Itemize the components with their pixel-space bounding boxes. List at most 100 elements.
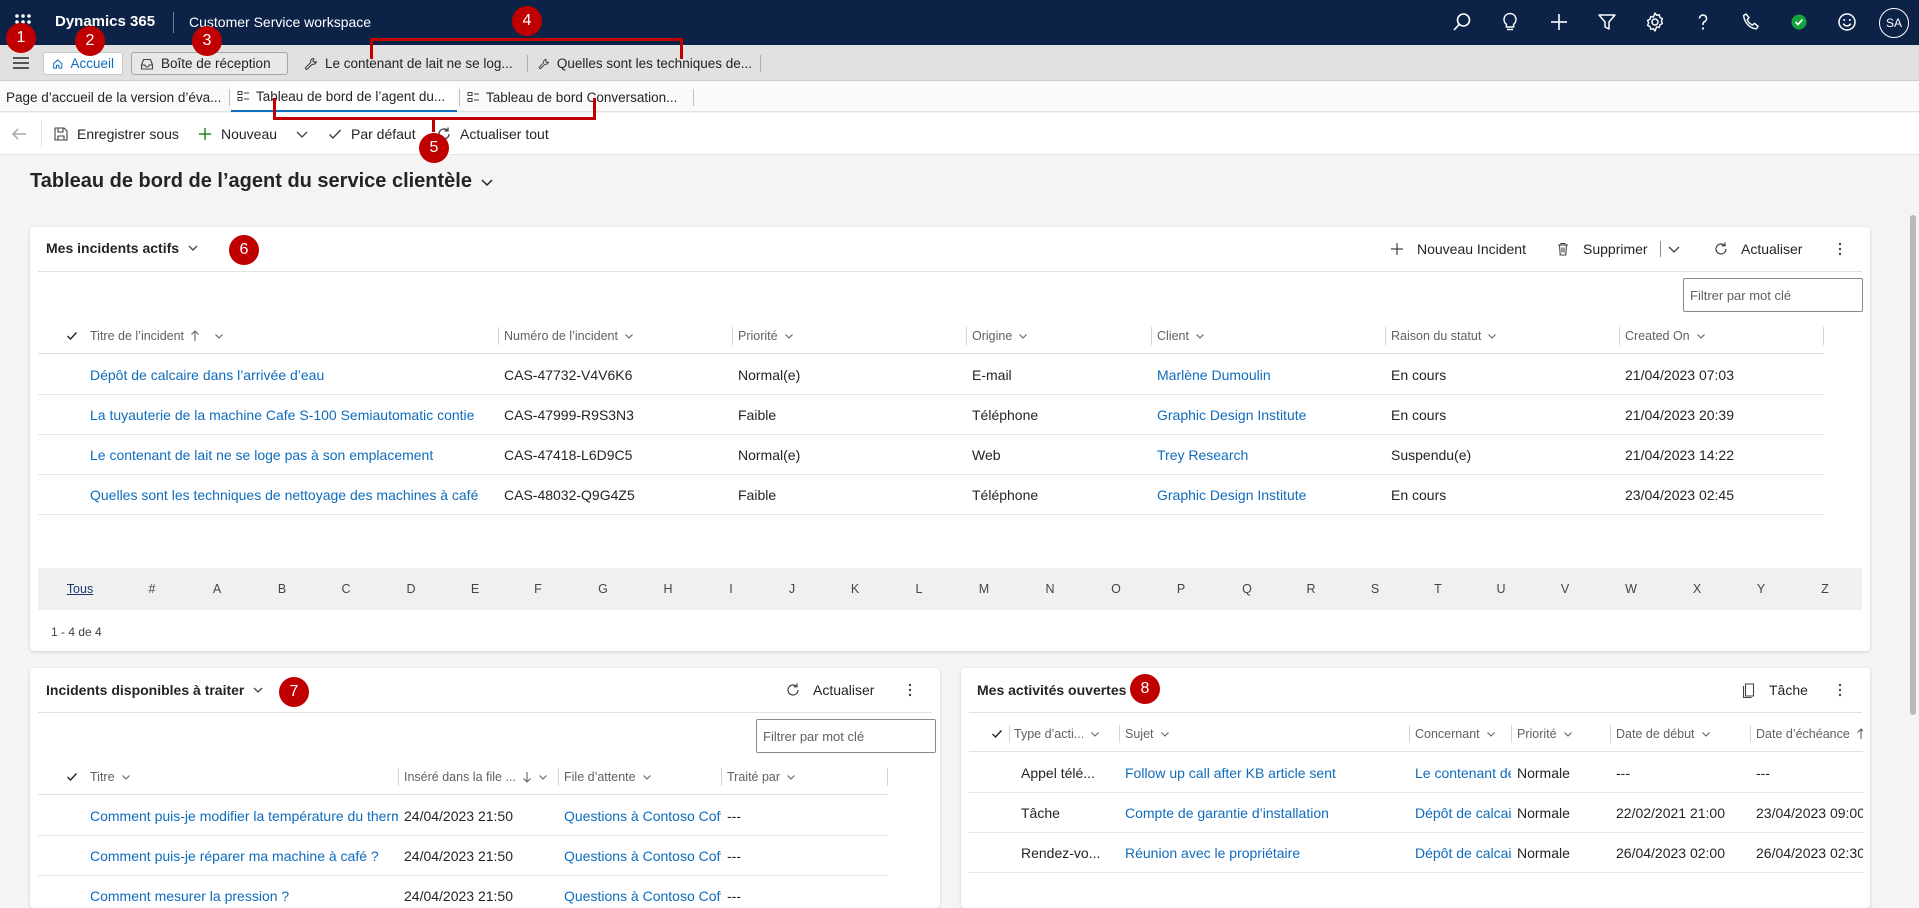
regarding-link[interactable]: Le contenant de lait xyxy=(1415,753,1511,793)
column-header-priority[interactable]: Priorité xyxy=(738,318,918,354)
lightbulb-icon[interactable] xyxy=(1499,11,1521,33)
jump-d[interactable]: D xyxy=(399,568,423,610)
column-header-incident-number[interactable]: Numéro de l’incident xyxy=(504,318,684,354)
jump-s[interactable]: S xyxy=(1363,568,1387,610)
incident-title-link[interactable]: Quelles sont les techniques de nettoyage… xyxy=(90,475,497,515)
table-row[interactable]: Appel télé... Follow up call after KB ar… xyxy=(969,753,1863,793)
jump-all[interactable]: Tous xyxy=(60,568,100,610)
jump-e[interactable]: E xyxy=(463,568,487,610)
chevron-down-icon[interactable] xyxy=(786,772,796,782)
chevron-down-icon[interactable] xyxy=(1696,331,1706,341)
jump-z[interactable]: Z xyxy=(1813,568,1837,610)
activity-subject-link[interactable]: Compte de garantie d’installation xyxy=(1125,793,1409,833)
jump-g[interactable]: G xyxy=(591,568,615,610)
table-row[interactable]: Le contenant de lait ne se loge pas à so… xyxy=(38,435,1824,475)
jump-k[interactable]: K xyxy=(843,568,867,610)
column-header-customer[interactable]: Client xyxy=(1157,318,1377,354)
column-header-worked-by[interactable]: Traité par xyxy=(727,759,877,795)
jump-l[interactable]: L xyxy=(907,568,931,610)
page-title[interactable]: Tableau de bord de l’agent du service cl… xyxy=(30,170,494,193)
chevron-down-icon[interactable] xyxy=(642,772,652,782)
queue-refresh-button[interactable]: Actualiser xyxy=(785,668,874,712)
more-options-icon[interactable] xyxy=(1832,682,1848,698)
incident-title-link[interactable]: Le contenant de lait ne se loge pas à so… xyxy=(90,435,490,475)
scrollbar-thumb[interactable] xyxy=(1910,215,1916,715)
jump-m[interactable]: M xyxy=(972,568,996,610)
regarding-link[interactable]: Dépôt de calcaire xyxy=(1415,833,1511,873)
table-row[interactable]: Comment mesurer la pression ? 24/04/2023… xyxy=(38,876,888,908)
customer-link[interactable]: Graphic Design Institute xyxy=(1157,475,1377,515)
app-name[interactable]: Customer Service workspace xyxy=(189,14,371,30)
page-scrollbar[interactable] xyxy=(1908,155,1919,901)
jump-y[interactable]: Y xyxy=(1749,568,1773,610)
queue-item-title-link[interactable]: Comment mesurer la pression ? xyxy=(90,876,398,908)
settings-gear-icon[interactable] xyxy=(1644,11,1666,33)
user-avatar[interactable]: SA xyxy=(1879,8,1909,38)
phone-icon[interactable] xyxy=(1740,11,1762,33)
column-header-priority[interactable]: Priorité xyxy=(1517,716,1607,752)
delete-button[interactable]: Supprimer xyxy=(1555,227,1681,271)
queue-link[interactable]: Questions à Contoso Coffee xyxy=(564,876,721,908)
activity-subject-link[interactable]: Réunion avec le propriétaire xyxy=(1125,833,1409,873)
table-row[interactable]: Comment puis-je modifier la température … xyxy=(38,796,888,836)
chevron-down-icon[interactable] xyxy=(1487,331,1497,341)
jump-j[interactable]: J xyxy=(780,568,804,610)
queue-link[interactable]: Questions à Contoso Coffee xyxy=(564,796,721,836)
table-row[interactable]: Quelles sont les techniques de nettoyage… xyxy=(38,475,1824,515)
column-header-status-reason[interactable]: Raison du statut xyxy=(1391,318,1611,354)
table-row[interactable]: Rendez-vo... Réunion avec le propriétair… xyxy=(969,833,1863,873)
add-icon[interactable] xyxy=(1548,11,1570,33)
session-tab-home[interactable]: Accueil xyxy=(43,52,123,75)
chevron-down-icon[interactable] xyxy=(121,772,131,782)
column-header-queued-on[interactable]: Inséré dans la file ... xyxy=(404,759,554,795)
jump-c[interactable]: C xyxy=(334,568,358,610)
incidents-filter-input[interactable]: Filtrer par mot clé xyxy=(1683,278,1863,312)
new-incident-button[interactable]: Nouveau Incident xyxy=(1389,227,1526,271)
column-header-activity-type[interactable]: Type d’acti... xyxy=(1014,716,1114,752)
jump-f[interactable]: F xyxy=(526,568,550,610)
column-header-queue[interactable]: File d’attente xyxy=(564,759,714,795)
chevron-down-icon[interactable] xyxy=(1160,729,1170,739)
chevron-down-icon[interactable] xyxy=(252,684,264,696)
table-row[interactable]: La tuyauterie de la machine Cafe S-100 S… xyxy=(38,395,1824,435)
jump-u[interactable]: U xyxy=(1489,568,1513,610)
chevron-down-icon[interactable] xyxy=(784,331,794,341)
customer-link[interactable]: Marlène Dumoulin xyxy=(1157,355,1377,395)
jump-n[interactable]: N xyxy=(1038,568,1062,610)
column-header-start-date[interactable]: Date de début xyxy=(1616,716,1746,752)
queue-filter-input[interactable]: Filtrer par mot clé xyxy=(756,719,936,753)
queue-item-title-link[interactable]: Comment puis-je réparer ma machine à caf… xyxy=(90,836,398,876)
jump-a[interactable]: A xyxy=(205,568,229,610)
more-options-icon[interactable] xyxy=(1832,241,1848,257)
jump-x[interactable]: X xyxy=(1685,568,1709,610)
jump-b[interactable]: B xyxy=(270,568,294,610)
brand-name[interactable]: Dynamics 365 xyxy=(55,13,155,30)
queue-link[interactable]: Questions à Contoso Coffee xyxy=(564,836,721,876)
column-header-title[interactable]: Titre xyxy=(90,759,290,795)
chevron-down-icon[interactable] xyxy=(1018,331,1028,341)
jump-hash[interactable]: # xyxy=(140,568,164,610)
incident-title-link[interactable]: La tuyauterie de la machine Cafe S-100 S… xyxy=(90,395,497,435)
active-incidents-title[interactable]: Mes incidents actifs xyxy=(46,240,199,256)
chevron-down-icon[interactable] xyxy=(624,331,634,341)
jump-i[interactable]: I xyxy=(719,568,743,610)
chevron-down-icon[interactable] xyxy=(1195,331,1205,341)
chevron-down-icon[interactable] xyxy=(214,331,224,341)
chevron-down-icon[interactable] xyxy=(295,127,309,141)
save-as-button[interactable]: Enregistrer sous xyxy=(53,113,179,155)
column-header-subject[interactable]: Sujet xyxy=(1125,716,1325,752)
column-header-origin[interactable]: Origine xyxy=(972,318,1142,354)
table-row[interactable]: Tâche Compte de garantie d’installation … xyxy=(969,793,1863,833)
available-incidents-title[interactable]: Incidents disponibles à traiter xyxy=(46,682,264,698)
back-arrow-icon[interactable] xyxy=(10,125,28,143)
jump-q[interactable]: Q xyxy=(1235,568,1259,610)
chevron-down-icon[interactable] xyxy=(1090,729,1100,739)
chevron-down-icon[interactable] xyxy=(187,242,199,254)
regarding-link[interactable]: Dépôt de calcaire xyxy=(1415,793,1511,833)
search-icon[interactable] xyxy=(1451,11,1473,33)
feedback-smiley-icon[interactable] xyxy=(1836,11,1858,33)
select-all-checkmark-icon[interactable] xyxy=(66,771,78,783)
app-tab-home-page[interactable]: Page d’accueil de la version d’éva... xyxy=(0,82,228,112)
jump-v[interactable]: V xyxy=(1553,568,1577,610)
jump-r[interactable]: R xyxy=(1299,568,1323,610)
